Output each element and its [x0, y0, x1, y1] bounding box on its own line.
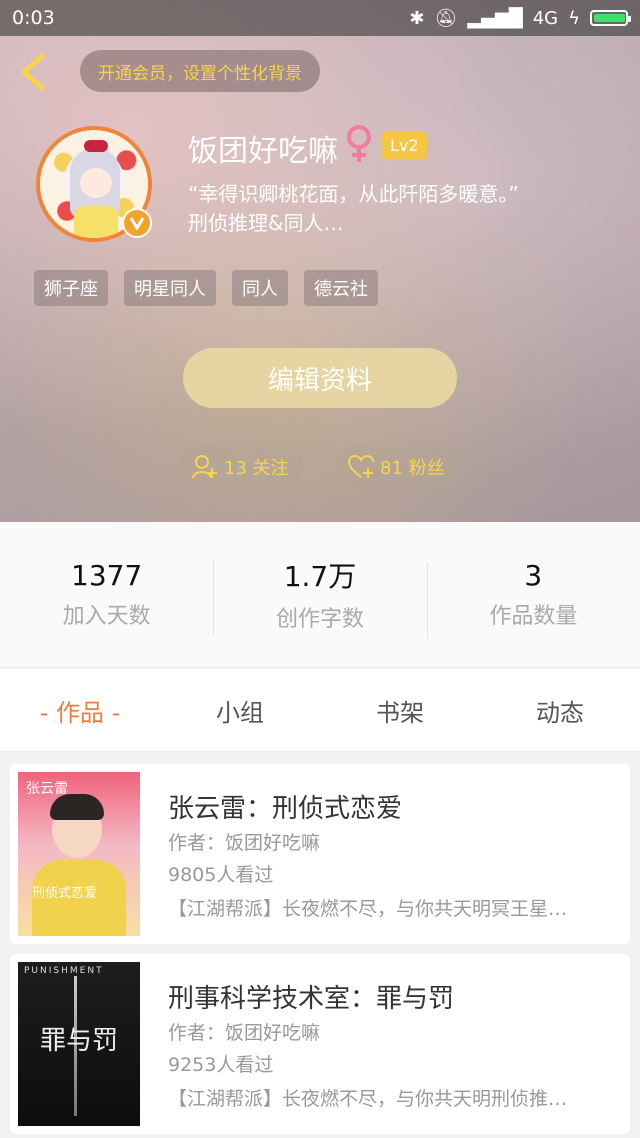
- charging-icon: ϟ: [568, 7, 580, 29]
- verified-badge-icon: [122, 208, 152, 238]
- stat-value: 3: [524, 558, 543, 592]
- level-badge: Lv2: [382, 131, 427, 159]
- work-cover[interactable]: PUNISHMENT 罪与罚: [18, 962, 140, 1126]
- work-cover[interactable]: 张云雷 刑侦式恋爱: [18, 772, 140, 936]
- following-button[interactable]: 13 关注: [178, 446, 303, 488]
- female-icon: [347, 125, 371, 162]
- heart-plus-icon: [348, 455, 374, 478]
- cover-text: PUNISHMENT: [24, 966, 104, 976]
- status-time: 0:03: [12, 7, 55, 29]
- network-type: 4G: [532, 7, 559, 29]
- work-author: 作者：饭团好吃嘛: [168, 832, 321, 854]
- work-description: 【江湖帮派】长夜燃不尽，与你共天明冥王星…: [168, 898, 568, 920]
- tag[interactable]: 德云社: [304, 270, 378, 306]
- tab-works[interactable]: - 作品 -: [0, 669, 160, 751]
- stat-label: 创作字数: [275, 607, 364, 632]
- tag[interactable]: 同人: [232, 270, 288, 306]
- profile-header: 0:03 ✱ 🔕︎ ▂▄▆█ 4G ϟ 开通会员，设置个性化背景 饭团好吃嘛 L…: [0, 0, 640, 522]
- work-card[interactable]: PUNISHMENT 罪与罚 刑事科学技术室：罪与罚 作者：饭团好吃嘛 9253…: [10, 954, 630, 1134]
- bio-line: “幸得识卿桃花面，从此阡陌多暖意。”: [188, 182, 519, 206]
- tag[interactable]: 明星同人: [124, 270, 216, 306]
- signal-icon: ▂▄▆█: [467, 7, 523, 29]
- work-views: 9805人看过: [168, 864, 274, 886]
- work-title[interactable]: 刑事科学技术室：罪与罚: [168, 978, 454, 1015]
- nickname: 饭团好吃嘛: [188, 134, 338, 169]
- bluetooth-icon: ✱: [409, 7, 425, 29]
- bio-line: 刑侦推理&同人…: [188, 211, 344, 235]
- stat-label: 加入天数: [62, 603, 151, 629]
- cover-text: 罪与罚: [40, 1026, 119, 1056]
- stat-label: 作品数量: [489, 603, 578, 629]
- tag[interactable]: 狮子座: [34, 270, 108, 306]
- edit-profile-button[interactable]: 编辑资料: [183, 348, 457, 408]
- tab-bar: - 作品 - 小组 书架 动态: [0, 668, 640, 752]
- work-author: 作者：饭团好吃嘛: [168, 1022, 321, 1044]
- status-icons: ✱ 🔕︎ ▂▄▆█ 4G ϟ: [409, 7, 631, 29]
- back-arrow-icon[interactable]: [14, 52, 54, 92]
- tab-bookshelf[interactable]: 书架: [320, 669, 480, 751]
- work-card[interactable]: 张云雷 刑侦式恋爱 张云雷：刑侦式恋爱 作者：饭团好吃嘛 9805人看过 【江湖…: [10, 764, 630, 944]
- stat-value: 1377: [71, 558, 143, 592]
- tab-activity[interactable]: 动态: [480, 669, 640, 751]
- bio: “幸得识卿桃花面，从此阡陌多暖意。” 刑侦推理&同人…: [188, 180, 608, 238]
- tab-groups[interactable]: 小组: [160, 669, 320, 751]
- stat-value: 1.7万: [283, 560, 357, 593]
- status-bar: 0:03 ✱ 🔕︎ ▂▄▆█ 4G ϟ: [0, 0, 640, 36]
- add-user-icon: [192, 455, 217, 479]
- stats-bar: 1377 加入天数 1.7万 创作字数 3 作品数量: [0, 522, 640, 666]
- mute-icon: 🔕︎: [434, 7, 458, 29]
- battery-icon: [590, 10, 631, 26]
- work-description: 【江湖帮派】长夜燃不尽，与你共天明刑侦推…: [168, 1088, 568, 1110]
- tag-list: 狮子座 明星同人 同人 德云社: [34, 270, 378, 306]
- work-views: 9253人看过: [168, 1054, 274, 1076]
- work-title[interactable]: 张云雷：刑侦式恋爱: [168, 788, 402, 825]
- cover-text: 刑侦式恋爱: [32, 886, 98, 901]
- followers-count: 81 粉丝: [380, 458, 445, 479]
- cover-text: 张云雷: [26, 781, 68, 797]
- vip-background-banner[interactable]: 开通会员，设置个性化背景: [80, 50, 320, 92]
- stat-works-count: 3 作品数量: [426, 558, 640, 639]
- stat-word-count: 1.7万 创作字数: [213, 555, 426, 635]
- stat-join-days: 1377 加入天数: [0, 559, 213, 630]
- followers-button[interactable]: 81 粉丝: [334, 446, 459, 488]
- following-count: 13 关注: [224, 458, 289, 479]
